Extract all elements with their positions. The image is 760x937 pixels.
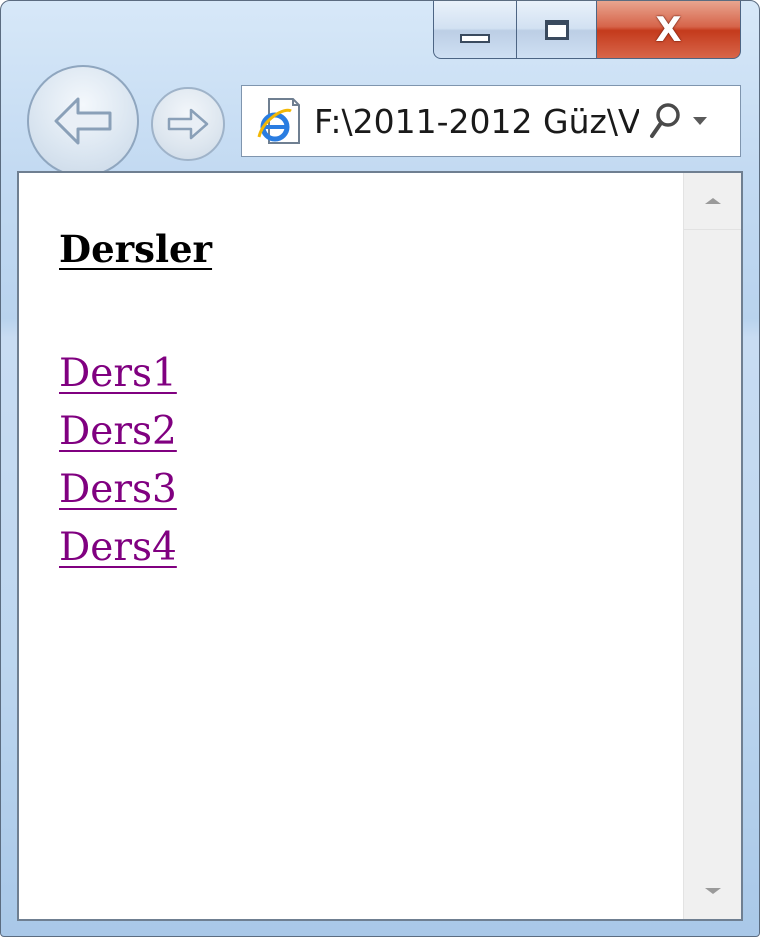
maximize-button[interactable]	[517, 1, 597, 59]
close-icon: X	[655, 9, 682, 50]
caption-buttons: X	[433, 1, 741, 61]
course-link-list: Ders1 Ders2 Ders3 Ders4	[59, 345, 177, 577]
back-button[interactable]	[27, 65, 139, 177]
address-input[interactable]: F:\2011-2012 Güz\V	[314, 102, 639, 141]
minimize-icon	[460, 34, 490, 43]
scroll-up-button[interactable]	[684, 173, 741, 230]
scroll-up-icon	[704, 198, 721, 204]
maximize-icon	[544, 19, 569, 40]
minimize-button[interactable]	[433, 1, 517, 59]
scroll-down-icon	[704, 888, 721, 894]
list-item: Ders1	[59, 345, 177, 403]
close-button[interactable]: X	[597, 1, 741, 59]
back-arrow-icon	[54, 97, 112, 145]
page-title: Dersler	[59, 227, 213, 271]
forward-button[interactable]	[151, 87, 225, 161]
vertical-scrollbar[interactable]	[683, 173, 741, 919]
page-viewport: Dersler Ders1 Ders2 Ders3 Ders4	[19, 173, 683, 919]
content-frame: Dersler Ders1 Ders2 Ders3 Ders4	[17, 171, 743, 921]
course-link-2[interactable]: Ders2	[59, 409, 177, 454]
list-item: Ders2	[59, 403, 177, 461]
scroll-down-button[interactable]	[684, 863, 741, 919]
forward-arrow-icon	[167, 108, 209, 140]
internet-explorer-icon	[252, 95, 304, 147]
list-item: Ders4	[59, 519, 177, 577]
list-item: Ders3	[59, 461, 177, 519]
address-bar[interactable]: F:\2011-2012 Güz\V	[241, 85, 741, 157]
chevron-down-icon[interactable]	[685, 101, 715, 141]
course-link-1[interactable]: Ders1	[59, 351, 177, 396]
course-link-3[interactable]: Ders3	[59, 467, 177, 512]
search-icon[interactable]	[645, 99, 685, 143]
course-link-4[interactable]: Ders4	[59, 525, 177, 570]
browser-window: X F:\2011-2012 Güz\V Dersler Ders1 Ders2…	[0, 0, 760, 937]
